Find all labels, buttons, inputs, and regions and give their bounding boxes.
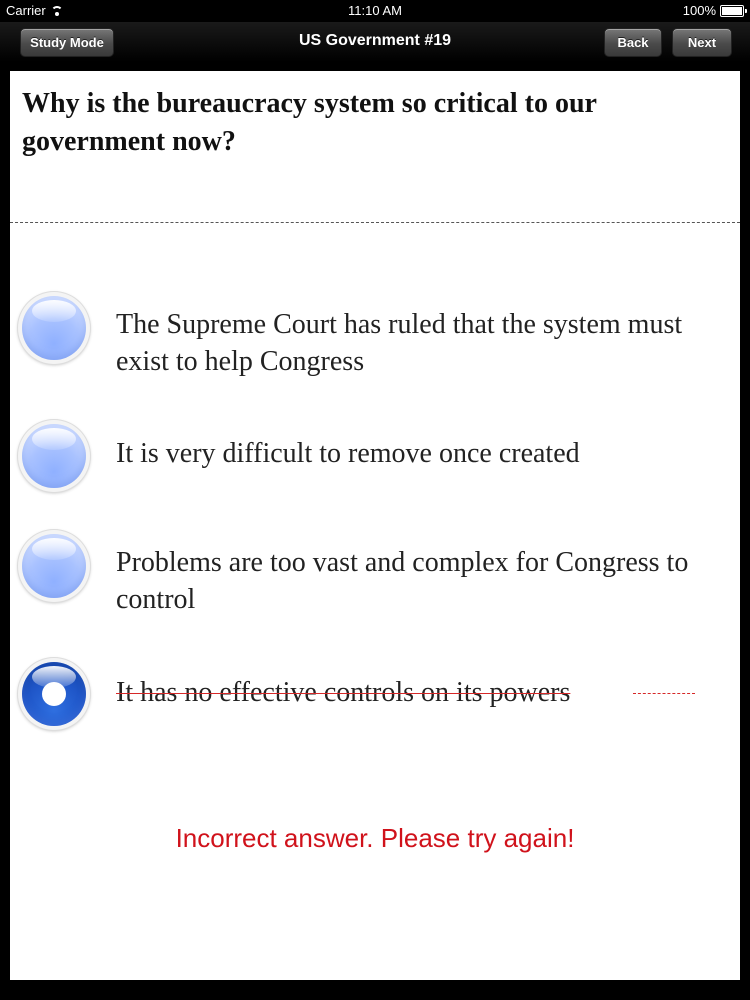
navigation-bar: Study Mode US Government #19 Back Next — [0, 22, 750, 62]
radio-button-icon[interactable] — [18, 530, 90, 602]
answer-option-3[interactable]: Problems are too vast and complex for Co… — [10, 526, 740, 615]
battery-icon — [720, 4, 747, 17]
radio-button-icon[interactable] — [18, 292, 90, 364]
quiz-panel: Why is the bureaucracy system so critica… — [10, 71, 740, 980]
status-time: 11:10 AM — [348, 3, 402, 18]
feedback-message: Incorrect answer. Please try again! — [175, 823, 575, 853]
answer-text: It is very difficult to remove once crea… — [116, 438, 580, 469]
answer-text: Problems are too vast and complex for Co… — [116, 547, 689, 615]
answer-option-2[interactable]: It is very difficult to remove once crea… — [10, 417, 740, 497]
answer-text: The Supreme Court has ruled that the sys… — [116, 309, 683, 377]
radio-button-icon[interactable] — [18, 420, 90, 492]
answer-option-1[interactable]: The Supreme Court has ruled that the sys… — [10, 288, 740, 377]
battery-indicator: 100% — [682, 3, 747, 18]
next-button[interactable]: Next — [672, 28, 732, 57]
radio-selected-icon[interactable] — [18, 658, 90, 730]
back-button[interactable]: Back — [604, 28, 662, 57]
question-divider — [10, 222, 740, 223]
strike-trail — [633, 693, 695, 694]
question-text: Why is the bureaucracy system so critica… — [22, 88, 597, 157]
answer-option-4[interactable]: It has no effective controls on its powe… — [10, 656, 740, 736]
status-bar: Carrier 11:10 AM 100% — [0, 0, 750, 22]
battery-percent: 100% — [682, 3, 716, 18]
